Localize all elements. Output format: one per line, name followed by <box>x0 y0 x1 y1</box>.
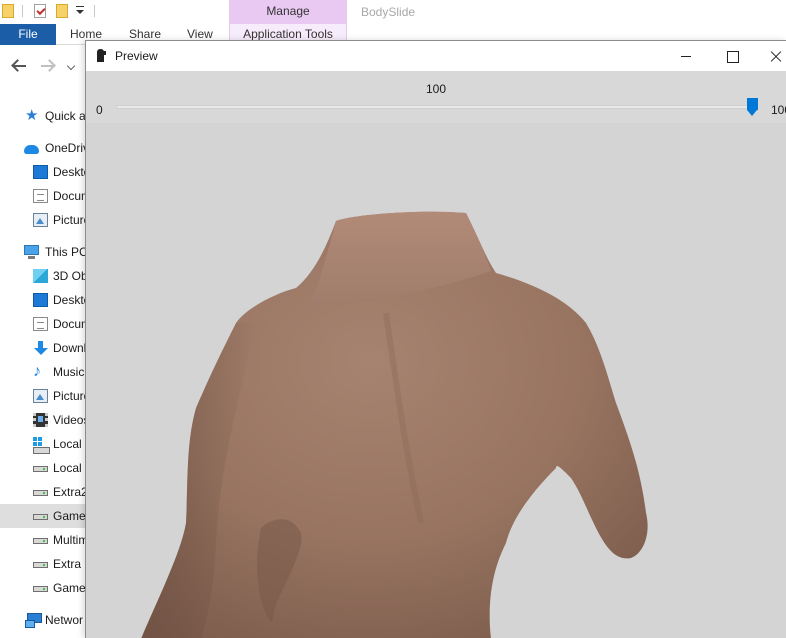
tree-item-onedrive[interactable]: OneDriv <box>0 136 86 160</box>
tree-item-onedrive-documents[interactable]: Docum <box>0 184 86 208</box>
weight-slider-track[interactable] <box>116 105 756 109</box>
navigation-pane: ★ Quick a OneDriv Deskto Docum Picture T… <box>0 104 86 638</box>
bodyslide-app-icon <box>96 49 106 62</box>
tab-file[interactable]: File <box>0 24 56 45</box>
drive-icon <box>33 562 48 568</box>
minimize-button[interactable] <box>663 41 709 71</box>
3d-objects-icon <box>33 269 48 283</box>
drive-icon <box>33 514 48 520</box>
recent-locations-chevron-icon[interactable] <box>66 61 76 71</box>
tree-item-label: Videos <box>53 413 86 427</box>
tree-item-multimedia[interactable]: Multim <box>0 528 86 552</box>
tree-item-label: Games <box>53 509 86 523</box>
tree-item-onedrive-pictures[interactable]: Picture <box>0 208 86 232</box>
preview-window: Preview 100 0 100 <box>85 40 786 638</box>
forward-arrow-icon[interactable] <box>40 59 56 73</box>
weight-slider-thumb[interactable] <box>747 98 758 117</box>
tree-item-label: 3D Ob <box>53 269 86 283</box>
tree-item-games[interactable]: Games <box>0 576 86 600</box>
tree-item-label: Extra ( <box>53 557 86 571</box>
tree-item-label: Docum <box>53 189 86 203</box>
tree-item-label: Multim <box>53 533 86 547</box>
slider-min-label: 0 <box>96 103 103 117</box>
music-icon: ♪ <box>33 363 41 380</box>
desktop-icon <box>33 293 48 307</box>
tree-item-label: Deskto <box>53 293 86 307</box>
tree-item-music[interactable]: ♪ Music <box>0 360 86 384</box>
tree-item-label: Music <box>53 365 85 379</box>
drive-icon <box>33 490 48 496</box>
network-icon <box>25 613 42 628</box>
tree-item-local-disk-windows[interactable]: Local I <box>0 432 86 456</box>
drive-icon <box>33 538 48 544</box>
toolbar-separator <box>22 5 23 17</box>
body-mesh-render <box>141 211 648 638</box>
preview-window-title: Preview <box>115 49 158 63</box>
tree-item-label: Quick a <box>45 109 86 123</box>
drive-icon <box>33 586 48 592</box>
tree-item-this-pc[interactable]: This PC <box>0 240 86 264</box>
download-icon <box>33 341 48 355</box>
back-arrow-icon[interactable] <box>11 59 27 73</box>
tree-item-local-disk[interactable]: Local I <box>0 456 86 480</box>
tree-item-label: Picture <box>53 389 86 403</box>
tree-item-label: This PC <box>45 245 86 259</box>
document-icon <box>33 189 48 203</box>
document-icon <box>33 317 48 331</box>
computer-icon <box>24 245 39 259</box>
video-icon <box>33 413 48 427</box>
tree-item-label: Extra2 <box>53 485 86 499</box>
pictures-icon <box>33 213 48 227</box>
manage-context-tab[interactable]: Manage <box>229 0 347 24</box>
tree-item-label: Local I <box>53 461 86 475</box>
toolbar-separator <box>94 5 95 17</box>
desktop-icon <box>33 165 48 179</box>
tree-item-desktop[interactable]: Deskto <box>0 288 86 312</box>
close-button[interactable] <box>755 41 786 71</box>
slider-current-value: 100 <box>425 82 447 96</box>
explorer-window-title: BodySlide <box>361 5 416 19</box>
windows-drive-icon <box>33 437 50 454</box>
3d-preview-viewport[interactable] <box>86 123 786 638</box>
tree-item-label: Local I <box>53 437 86 451</box>
tree-item-label: Picture <box>53 213 86 227</box>
tree-item-games-selected[interactable]: Games <box>0 504 86 528</box>
maximize-button[interactable] <box>709 41 755 71</box>
tree-item-onedrive-desktop[interactable]: Deskto <box>0 160 86 184</box>
tree-item-documents[interactable]: Docum <box>0 312 86 336</box>
new-folder-icon[interactable] <box>56 4 68 18</box>
tree-item-label: Downl <box>53 341 86 355</box>
slider-max-label: 100 <box>771 103 786 117</box>
tree-item-extra2[interactable]: Extra2 <box>0 480 86 504</box>
quick-access-toolbar: Manage BodySlide <box>0 0 786 24</box>
customize-toolbar-icon[interactable] <box>76 6 84 16</box>
properties-icon[interactable] <box>34 4 46 18</box>
tree-item-videos[interactable]: Videos <box>0 408 86 432</box>
weight-slider-panel: 100 0 100 <box>86 71 786 123</box>
tree-item-label: OneDriv <box>45 141 86 155</box>
folder-icon[interactable] <box>2 4 14 18</box>
tree-item-extra[interactable]: Extra ( <box>0 552 86 576</box>
tree-item-3d-objects[interactable]: 3D Ob <box>0 264 86 288</box>
tree-item-label: Docum <box>53 317 86 331</box>
star-icon: ★ <box>25 107 39 124</box>
tree-item-label: Networ <box>45 613 84 627</box>
tree-item-pictures[interactable]: Picture <box>0 384 86 408</box>
tree-item-label: Games <box>53 581 86 595</box>
preview-title-bar[interactable]: Preview <box>86 41 786 71</box>
cloud-icon <box>24 145 39 154</box>
tree-item-downloads[interactable]: Downl <box>0 336 86 360</box>
tree-item-quick-access[interactable]: ★ Quick a <box>0 104 86 128</box>
pictures-icon <box>33 389 48 403</box>
drive-icon <box>33 466 48 472</box>
tree-item-label: Deskto <box>53 165 86 179</box>
tree-item-network[interactable]: Networ <box>0 608 86 632</box>
